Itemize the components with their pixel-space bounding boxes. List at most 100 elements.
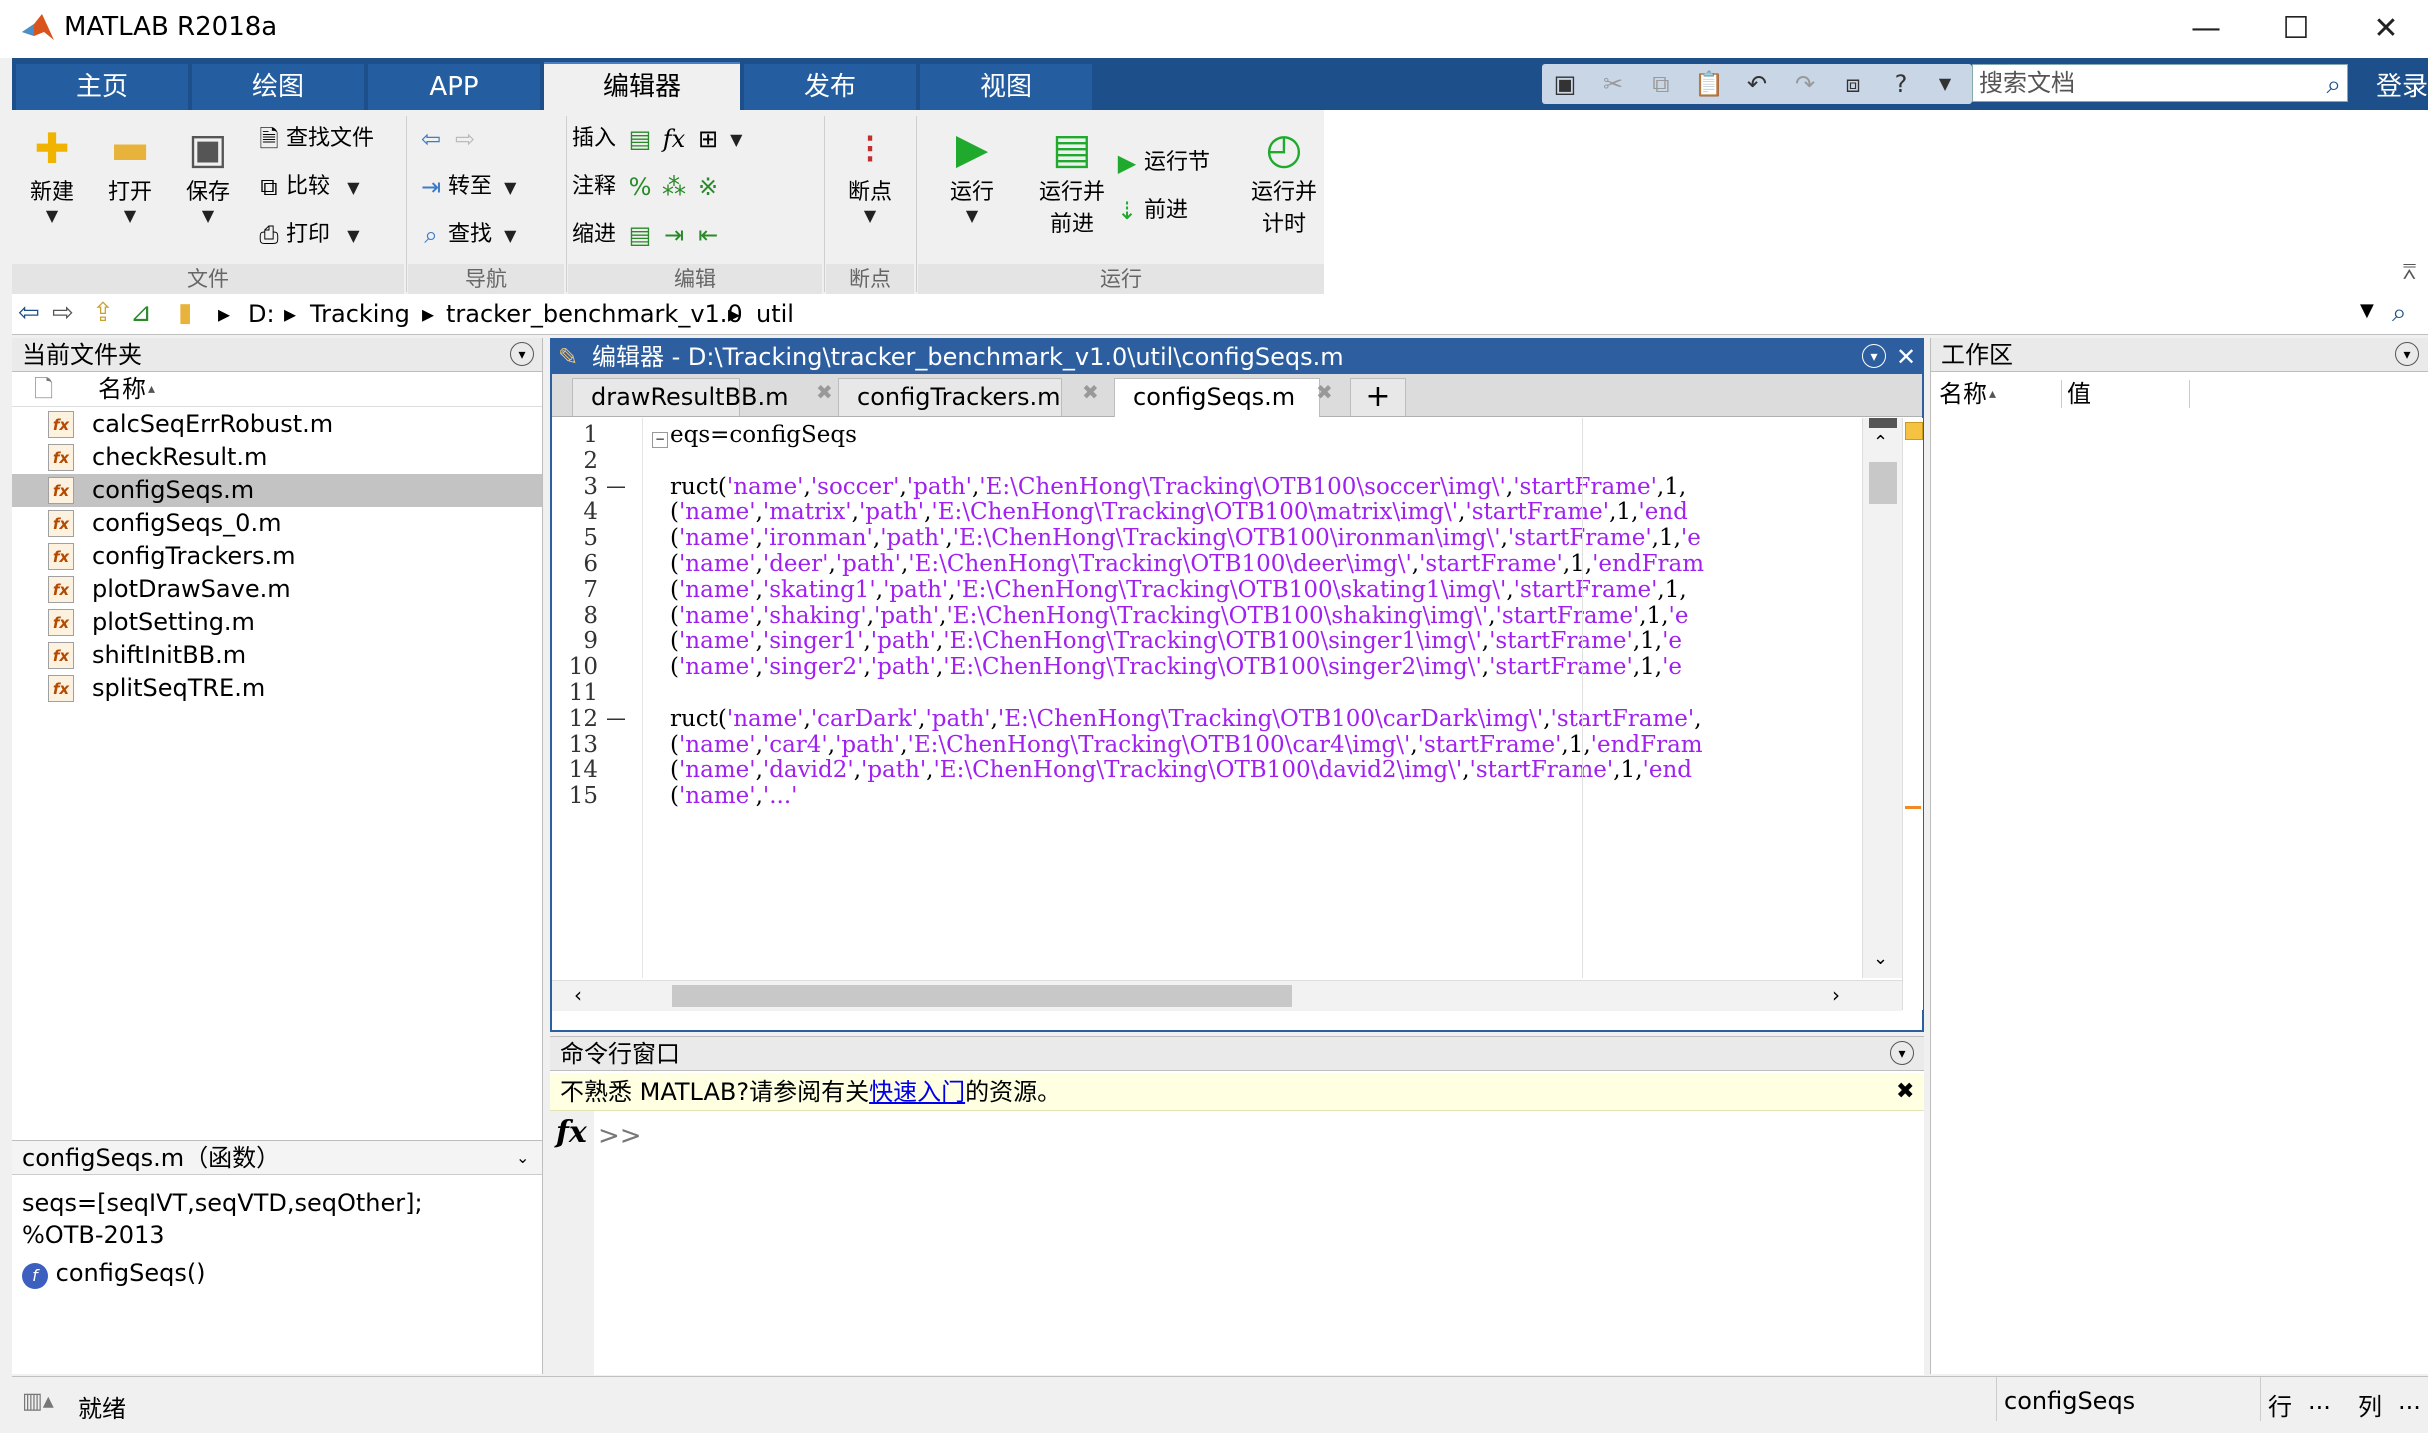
undo-icon[interactable]: ↶	[1742, 70, 1772, 98]
run-and-time-button[interactable]: ◴ 运行并 计时	[1234, 124, 1334, 238]
chevron-down-icon[interactable]: ▼	[725, 130, 742, 149]
editor-tab-drawresultbb[interactable]: drawResultBB.m	[572, 378, 789, 416]
editor-menu-icon[interactable]: ▾	[1862, 344, 1886, 368]
editor-tab-configtrackers[interactable]: configTrackers.m	[838, 378, 1062, 416]
scroll-left-icon[interactable]: ‹	[574, 983, 582, 1007]
line-number[interactable]: 6	[552, 551, 598, 577]
code-line[interactable]: ('name','david2','path','E:\ChenHong\Tra…	[670, 757, 1692, 783]
file-list-item[interactable]: fx plotSetting.m	[12, 606, 542, 639]
run-section-button[interactable]: ▶ 运行节	[1110, 146, 1210, 180]
warning-indicator-icon[interactable]	[1905, 422, 1923, 440]
back-arrow-icon[interactable]: ⇦	[18, 298, 40, 328]
tab-publish[interactable]: 发布	[744, 64, 916, 110]
minimize-button[interactable]: —	[2176, 8, 2236, 50]
vertical-scroll-thumb[interactable]	[1869, 462, 1897, 504]
line-number[interactable]: 7	[552, 577, 598, 603]
wrap-comments-icon[interactable]: ※	[691, 170, 725, 204]
file-list-item[interactable]: fx shiftInitBB.m	[12, 639, 542, 672]
notice-close-icon[interactable]: ✖	[1896, 1073, 1914, 1111]
find-button[interactable]: ⌕ 查找 ▼	[414, 218, 516, 252]
line-number[interactable]: 13	[552, 732, 598, 758]
line-number[interactable]: 8	[552, 603, 598, 629]
insert-function-icon[interactable]: ⊞	[691, 122, 725, 156]
breadcrumb-drive[interactable]: D:	[248, 300, 275, 328]
tab-close-icon[interactable]: ✖	[1082, 380, 1099, 404]
forward-arrow-icon[interactable]: ⇨	[52, 298, 74, 328]
open-button[interactable]: ▬ 打开 ▼	[98, 124, 162, 225]
collapse-ribbon-icon[interactable]: ⩞	[2403, 260, 2416, 285]
code-line[interactable]: ('name','matrix','path','E:\ChenHong\Tra…	[670, 499, 1688, 525]
smart-indent-icon[interactable]: ▤	[623, 218, 657, 252]
breadcrumb-tracking[interactable]: Tracking	[310, 300, 410, 328]
search-icon[interactable]: ⌕	[2326, 67, 2341, 103]
forward-arrow-icon[interactable]: ⇨	[448, 122, 482, 156]
file-list-item[interactable]: fx configSeqs_0.m	[12, 507, 542, 540]
panel-menu-icon[interactable]: ▾	[2395, 342, 2419, 366]
line-number[interactable]: 15	[552, 783, 598, 809]
file-list-item[interactable]: fx calcSeqErrRobust.m	[12, 408, 542, 441]
login-link[interactable]: 登录	[2376, 66, 2428, 103]
scroll-down-icon[interactable]: ⌄	[1873, 948, 1888, 969]
insert-section-icon[interactable]: ▤	[623, 122, 657, 156]
file-list-header[interactable]: 🗋 名称 ▴	[12, 372, 542, 407]
find-files-button[interactable]: 🗎 查找文件	[252, 122, 374, 156]
close-button[interactable]: ✕	[2356, 8, 2416, 50]
save-icon[interactable]: ▣	[1550, 70, 1580, 98]
address-dropdown-icon[interactable]: ▼	[2360, 300, 2374, 321]
run-button[interactable]: ▶ 运行 ▼	[930, 124, 1014, 225]
compare-button[interactable]: ⧉ 比较 ▼	[252, 170, 359, 204]
warning-mark[interactable]	[1905, 806, 1921, 809]
new-button[interactable]: ✚ 新建 ▼	[20, 124, 84, 225]
line-number[interactable]: 4	[552, 499, 598, 525]
code-area[interactable]: eqs=configSeqs ruct('name','soccer','path…	[670, 418, 1740, 978]
print-button[interactable]: ⎙ 打印 ▼	[252, 218, 359, 252]
file-list-item[interactable]: fx configSeqs.m	[12, 474, 542, 507]
line-number[interactable]: 9	[552, 628, 598, 654]
code-line[interactable]: ('name','deer','path','E:\ChenHong\Track…	[670, 551, 1704, 577]
search-folder-icon[interactable]: ⌕	[2392, 298, 2407, 329]
code-line[interactable]: ('name','...'	[670, 783, 797, 809]
run-and-advance-button[interactable]: ▤ 运行并 前进	[1022, 124, 1122, 238]
line-number[interactable]: 5	[552, 525, 598, 551]
file-list-item[interactable]: fx configTrackers.m	[12, 540, 542, 573]
quick-start-link[interactable]: 快速入门	[869, 1078, 965, 1106]
goto-button[interactable]: ⇥ 转至 ▼	[414, 170, 516, 204]
back-forward-buttons[interactable]: ⇦ ⇨	[414, 122, 482, 156]
horizontal-scroll-thumb[interactable]	[672, 985, 1292, 1007]
fx-icon[interactable]: fx	[556, 1115, 587, 1150]
new-tab-button[interactable]: +	[1350, 378, 1406, 416]
maximize-button[interactable]: ☐	[2266, 8, 2326, 50]
command-input[interactable]	[642, 1117, 1902, 1367]
detail-function[interactable]: f configSeqs()	[22, 1259, 206, 1289]
back-arrow-icon[interactable]: ⇦	[414, 122, 448, 156]
tab-editor[interactable]: 编辑器	[544, 62, 740, 112]
panel-menu-icon[interactable]: ▾	[1890, 1041, 1914, 1065]
line-number[interactable]: 2	[552, 448, 598, 474]
copy-icon[interactable]: ⧉	[1646, 70, 1676, 98]
fold-toggle-icon[interactable]: −	[652, 432, 668, 448]
comment-icon[interactable]: %	[623, 170, 657, 204]
vertical-scrollbar[interactable]: ⌃ ⌄	[1862, 418, 1903, 978]
horizontal-scrollbar[interactable]: ‹ ›	[552, 980, 1902, 1011]
breakpoint-marker[interactable]: —	[606, 706, 626, 730]
cut-icon[interactable]: ✂	[1598, 70, 1628, 98]
tab-apps[interactable]: APP	[368, 64, 540, 110]
chevron-down-icon[interactable]: ▼	[1930, 70, 1960, 98]
code-line[interactable]: ('name','car4','path','E:\ChenHong\Track…	[670, 732, 1703, 758]
browse-folder-icon[interactable]: ⊿	[130, 298, 152, 328]
breakpoint-marker[interactable]: —	[606, 474, 626, 498]
line-number[interactable]: 10	[552, 654, 598, 680]
editor-close-icon[interactable]: ✕	[1896, 340, 1916, 374]
detail-header[interactable]: configSeqs.m（函数） ⌄	[12, 1141, 542, 1175]
tab-view[interactable]: 视图	[920, 64, 1092, 110]
code-line[interactable]: ('name','shaking','path','E:\ChenHong\Tr…	[670, 603, 1688, 629]
line-number[interactable]: 11	[552, 680, 598, 706]
advance-button[interactable]: ⇣ 前进	[1110, 194, 1188, 228]
line-number[interactable]: 14	[552, 757, 598, 783]
redo-icon[interactable]: ↷	[1790, 70, 1820, 98]
code-line[interactable]: eqs=configSeqs	[670, 422, 857, 448]
paste-icon[interactable]: 📋	[1694, 70, 1724, 98]
code-line[interactable]: ruct('name','soccer','path','E:\ChenHong…	[670, 474, 1686, 500]
file-list-item[interactable]: fx checkResult.m	[12, 441, 542, 474]
indent-increase-icon[interactable]: ⇥	[657, 218, 691, 252]
